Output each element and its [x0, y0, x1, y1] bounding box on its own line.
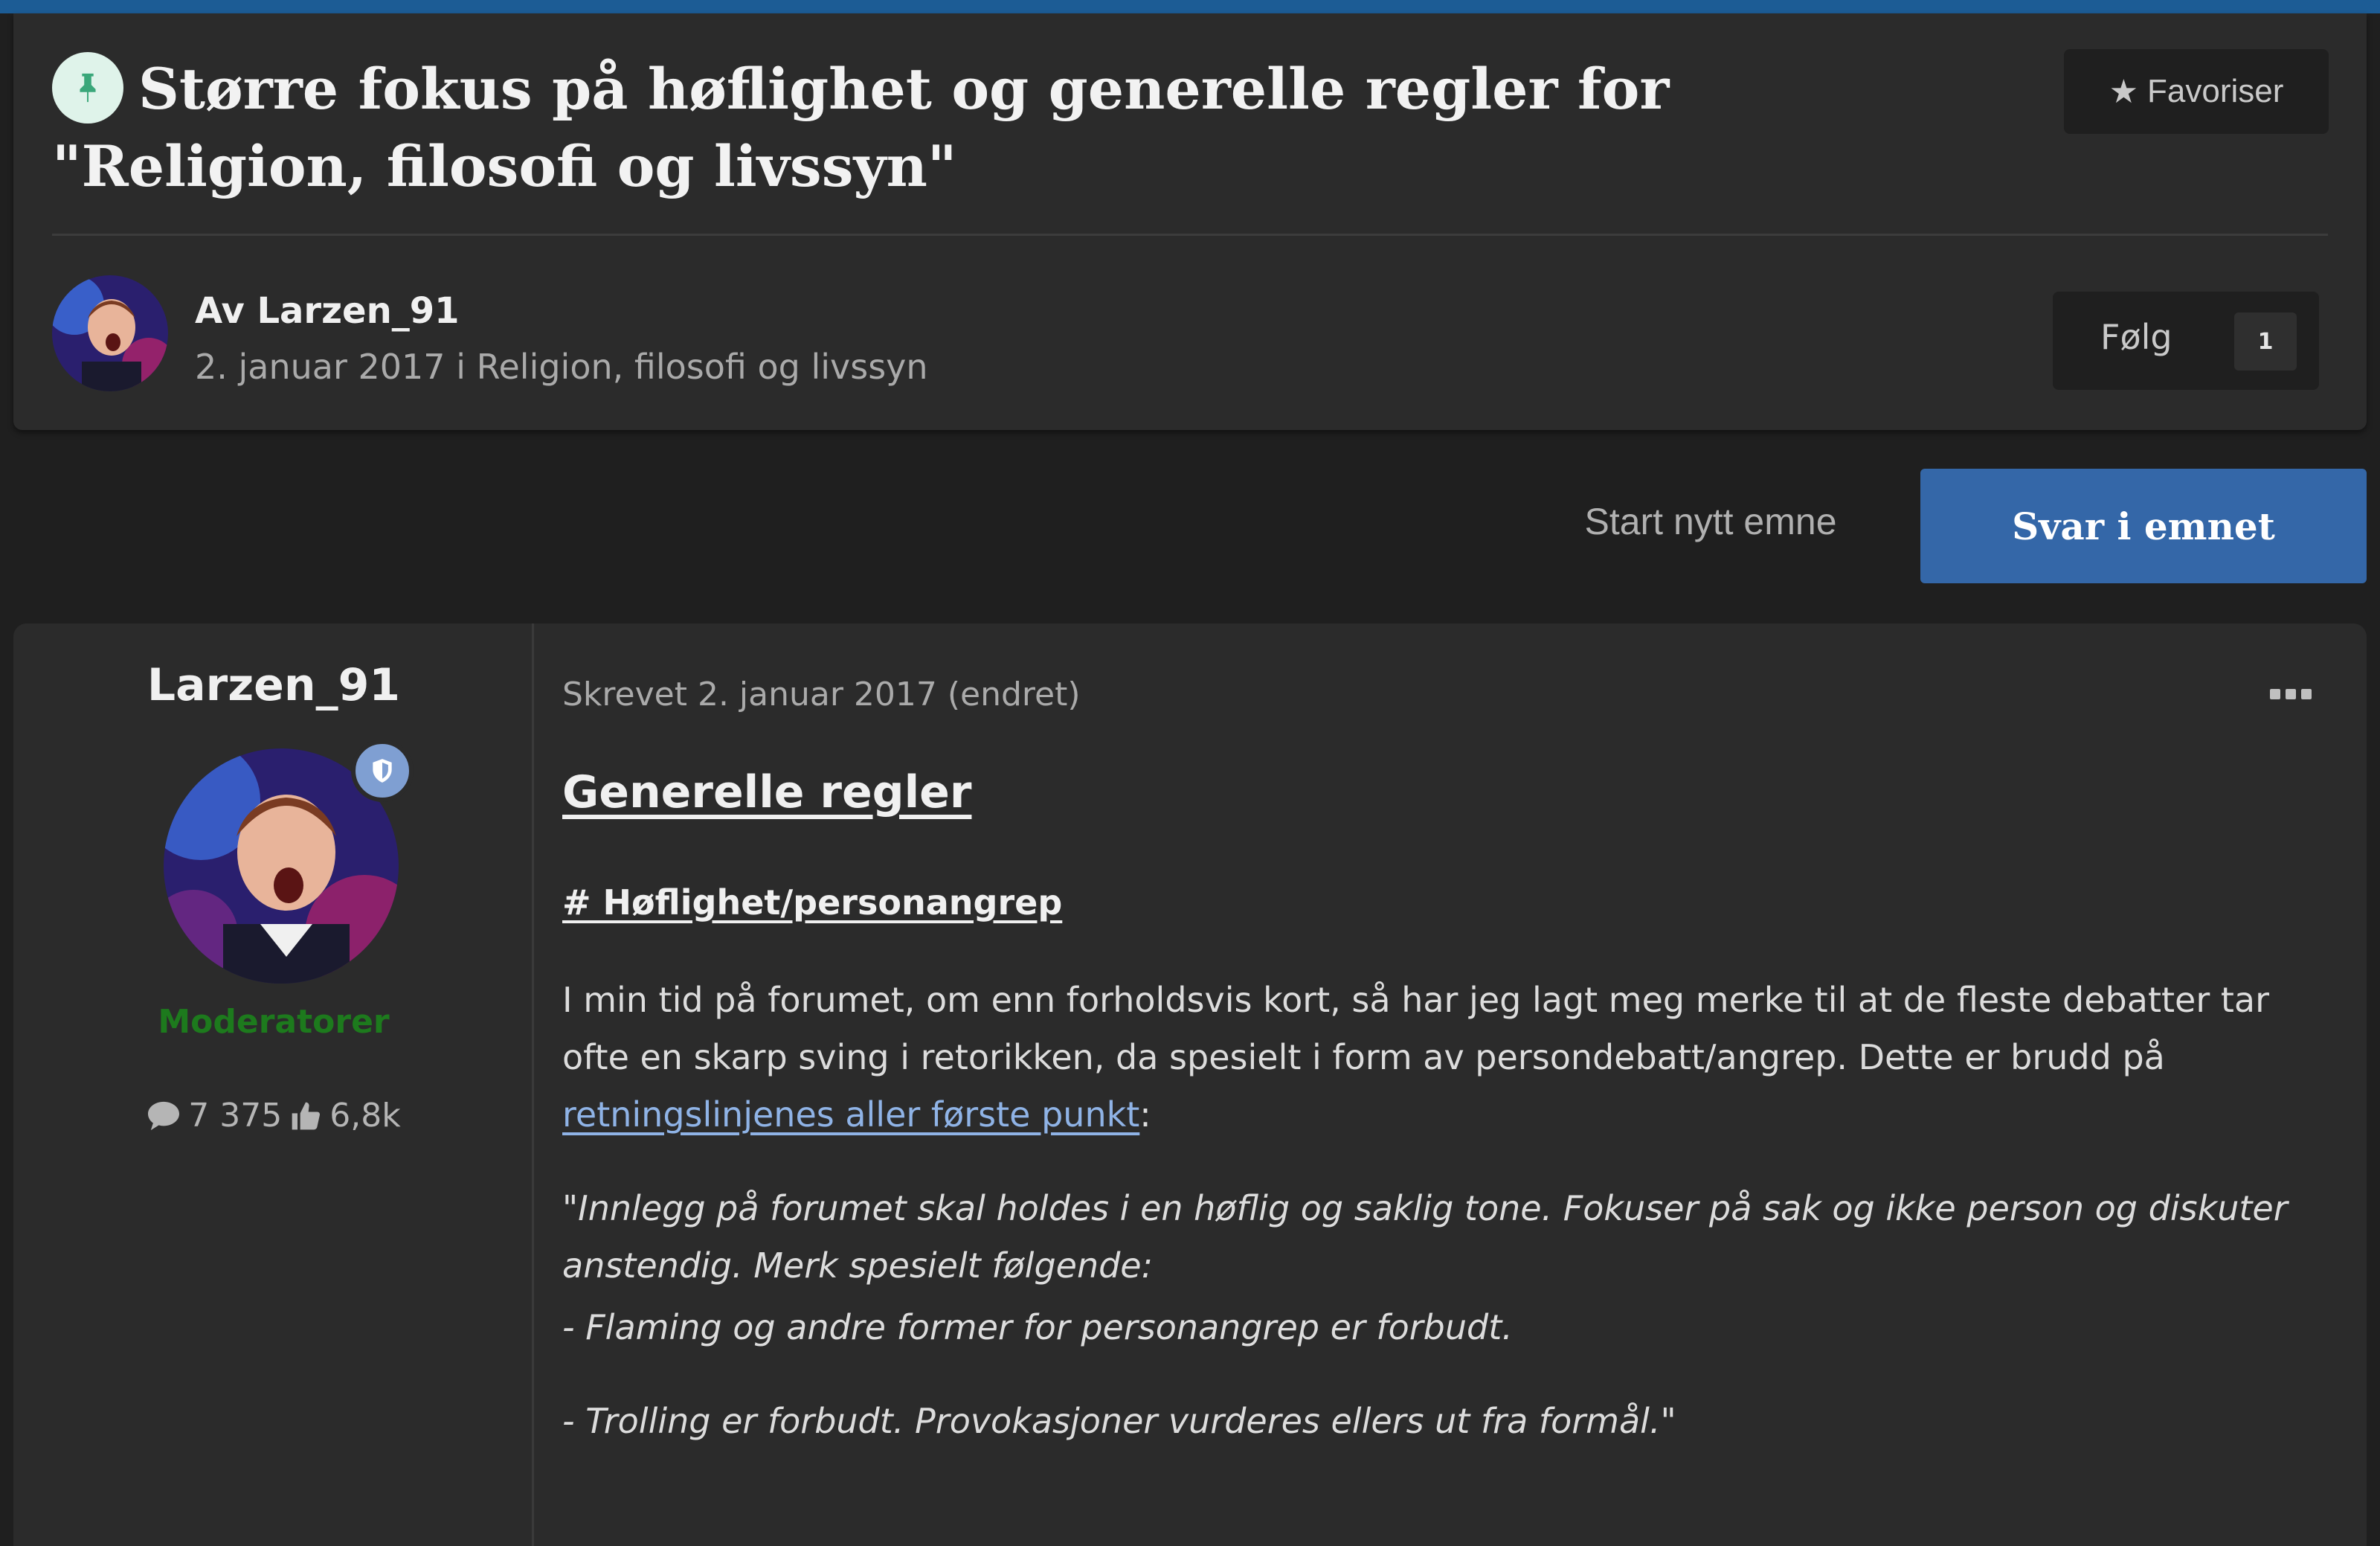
follow-count: 1 [2234, 312, 2297, 371]
poster-group: Moderatorer [158, 1003, 390, 1041]
reply-topic-button[interactable]: Svar i emnet [1920, 469, 2367, 583]
guidelines-link[interactable]: retningslinjenes aller første punkt [562, 1094, 1139, 1135]
top-strip [0, 0, 2380, 13]
comment-icon [148, 1101, 180, 1130]
post-card: Larzen_91 Moderatorer 7 375 6,8k Skrevet… [13, 623, 2367, 1546]
topic-title: Større fokus på høflighet og generelle r… [52, 56, 1670, 199]
moderator-badge [351, 740, 414, 802]
follow-label: Følg [2100, 317, 2172, 357]
start-new-topic-button[interactable]: Start nytt emne [1562, 500, 1859, 543]
follow-button[interactable]: Følg 1 [2053, 292, 2319, 390]
topic-meta: 2. januar 2017 i Religion, filosofi og l… [195, 347, 928, 387]
quote-line-1: "Innlegg på forumet skal holdes i en høf… [562, 1188, 2288, 1286]
favorite-button[interactable]: ★ Favoriser [2064, 49, 2329, 134]
posts-count: 7 375 [188, 1097, 283, 1135]
reputation-count: 6,8k [329, 1097, 401, 1135]
paragraph-text: I min tid på forumet, om enn forholdsvis… [562, 980, 2269, 1077]
more-horizontal-icon[interactable] [2270, 683, 2315, 705]
header-divider [52, 234, 2328, 236]
post-subheading: # Høflighet/personangrep [562, 882, 1063, 923]
post-author-sidebar: Larzen_91 Moderatorer 7 375 6,8k [13, 623, 534, 1546]
author-avatar[interactable] [52, 275, 168, 391]
author-name[interactable]: Av Larzen_91 [195, 290, 460, 332]
paragraph-suffix: : [1139, 1094, 1151, 1135]
favorite-label: Favoriser [2147, 73, 2284, 109]
topic-header: Større fokus på høflighet og generelle r… [13, 13, 2367, 430]
poster-name[interactable]: Larzen_91 [13, 659, 534, 711]
thumbs-up-icon [292, 1102, 321, 1129]
post-heading: Generelle regler [562, 766, 972, 818]
quote-line-2: - Flaming og andre former for personangr… [562, 1307, 1513, 1347]
post-paragraph: I min tid på forumet, om enn forholdsvis… [562, 972, 2340, 1144]
shield-icon [373, 759, 392, 783]
post-date[interactable]: Skrevet 2. januar 2017 (endret) [562, 676, 1081, 713]
star-icon: ★ [2109, 73, 2139, 110]
poster-stats: 7 375 6,8k [13, 1097, 534, 1135]
quote-line-3: - Trolling er forbudt. Provokasjoner vur… [562, 1401, 1676, 1441]
